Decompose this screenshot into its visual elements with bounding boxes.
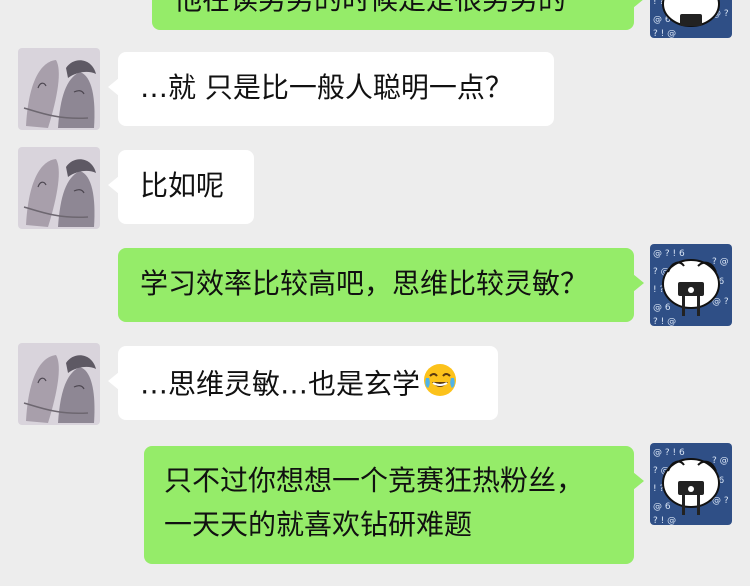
svg-text:@ ? ! 6: @ ? ! 6 — [653, 249, 685, 259]
incoming-message-bubble[interactable]: …思维灵敏…也是玄学 — [108, 346, 498, 420]
svg-text:? @: ? @ — [712, 257, 729, 267]
outgoing-message-bubble[interactable]: 只不过你想想一个竞赛狂热粉丝， 一天天的就喜欢钻研难题 — [144, 446, 644, 564]
incoming-message-bubble[interactable]: …就 只是比一般人聪明一点？ — [108, 52, 554, 126]
contact-avatar[interactable] — [18, 343, 100, 425]
message-text-line-1: 只不过你想想一个竞赛狂热粉丝， — [164, 464, 585, 497]
svg-text:? ! @: ? ! @ — [653, 516, 676, 525]
outgoing-message-bubble[interactable]: 他在读男男的时候是是很男男的 — [152, 0, 644, 30]
message-text: 学习效率比较高吧，思维比较灵敏？ — [140, 267, 589, 300]
my-avatar[interactable]: @ ? ! 6? @! ?@ 6? ! @ ? @! 6@ ? — [650, 244, 732, 326]
svg-text:@ 6: @ 6 — [653, 502, 671, 512]
message-text-line-2: 一天天的就喜欢钻研难题 — [164, 508, 473, 541]
anime-couple-avatar-icon — [18, 343, 100, 425]
message-text: 他在读男男的时候是是很男男的 — [174, 0, 566, 16]
my-avatar[interactable]: @ ? ! 6? @! ?@ 6? ! @ ? @! 6@ ? — [650, 0, 732, 38]
anime-couple-avatar-icon — [18, 48, 100, 130]
outgoing-message-bubble[interactable]: 学习效率比较高吧，思维比较灵敏？ — [118, 248, 644, 322]
cartoon-doodle-avatar-icon: @ ? ! 6? @! ?@ 6? ! @ ? @! 6@ ? — [650, 443, 732, 525]
svg-text:@ ? ! 6: @ ? ! 6 — [653, 448, 685, 458]
message-text: 比如呢 — [140, 169, 225, 202]
tears-of-joy-emoji-icon — [422, 362, 458, 409]
anime-couple-avatar-icon — [18, 147, 100, 229]
cartoon-doodle-avatar-icon: @ ? ! 6? @! ?@ 6? ! @ ? @! 6@ ? — [650, 0, 732, 38]
svg-text:? ! @: ? ! @ — [653, 317, 676, 326]
svg-text:? @: ? @ — [712, 456, 729, 466]
contact-avatar[interactable] — [18, 48, 100, 130]
cartoon-doodle-avatar-icon: @ ? ! 6? @! ?@ 6? ! @ ? @! 6@ ? — [650, 244, 732, 326]
message-text: …思维灵敏…也是玄学 — [140, 367, 421, 401]
svg-text:@ 6: @ 6 — [653, 303, 671, 313]
message-text: …就 只是比一般人聪明一点？ — [140, 71, 513, 104]
svg-text:? ! @: ? ! @ — [653, 29, 676, 38]
contact-avatar[interactable] — [18, 147, 100, 229]
incoming-message-bubble[interactable]: 比如呢 — [108, 150, 254, 224]
my-avatar[interactable]: @ ? ! 6? @! ?@ 6? ! @ ? @! 6@ ? — [650, 443, 732, 525]
